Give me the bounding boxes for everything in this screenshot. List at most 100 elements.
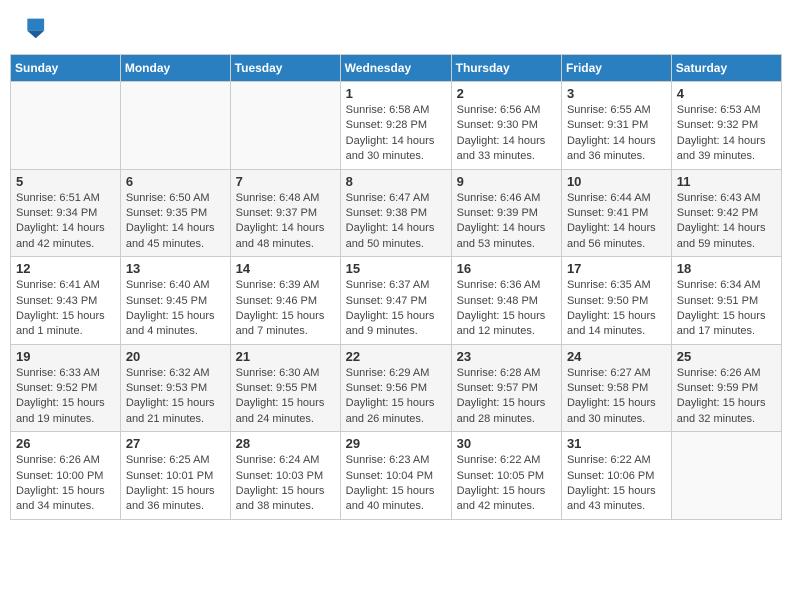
day-info-line: Sunrise: 6:34 AM [677, 279, 761, 291]
day-info-line: Daylight: 15 hours [346, 397, 435, 409]
day-info-line: and 30 minutes. [346, 150, 424, 162]
day-number: 19 [16, 349, 115, 364]
header-tuesday: Tuesday [230, 55, 340, 82]
day-info-line: Sunset: 9:52 PM [16, 382, 97, 394]
day-info-line: Sunset: 10:03 PM [236, 470, 323, 482]
day-info-line: Daylight: 14 hours [236, 222, 325, 234]
day-info: Sunrise: 6:25 AMSunset: 10:01 PMDaylight… [126, 453, 225, 515]
day-info: Sunrise: 6:40 AMSunset: 9:45 PMDaylight:… [126, 278, 225, 340]
day-info-line: and 45 minutes. [126, 238, 204, 250]
week-row-2: 12Sunrise: 6:41 AMSunset: 9:43 PMDayligh… [11, 257, 782, 345]
day-info: Sunrise: 6:28 AMSunset: 9:57 PMDaylight:… [457, 366, 556, 428]
day-info-line: Sunset: 9:34 PM [16, 207, 97, 219]
day-info-line: Daylight: 14 hours [126, 222, 215, 234]
day-number: 31 [567, 436, 666, 451]
day-info-line: Sunset: 9:50 PM [567, 295, 648, 307]
day-info-line: Daylight: 15 hours [567, 397, 656, 409]
day-cell: 10Sunrise: 6:44 AMSunset: 9:41 PMDayligh… [561, 169, 671, 257]
day-info-line: Sunrise: 6:44 AM [567, 192, 651, 204]
day-info-line: Daylight: 14 hours [346, 222, 435, 234]
day-info-line: Sunrise: 6:36 AM [457, 279, 541, 291]
day-info-line: and 40 minutes. [346, 500, 424, 512]
week-row-0: 1Sunrise: 6:58 AMSunset: 9:28 PMDaylight… [11, 82, 782, 170]
day-info-line: Sunrise: 6:30 AM [236, 367, 320, 379]
day-cell: 14 Sunrise: 6:39 AM Sunset: 9:46 PM Dayligh… [230, 257, 340, 345]
day-info-line: Sunset: 10:01 PM [126, 470, 213, 482]
day-info-line: Sunset: 9:55 PM [236, 382, 317, 394]
day-info-line: Sunset: 9:30 PM [457, 119, 538, 131]
day-info-line: Daylight: 14 hours [457, 222, 546, 234]
day-info-line: Daylight: 15 hours [126, 397, 215, 409]
day-info-line: Sunset: 9:51 PM [677, 295, 758, 307]
day-info-line: Sunset: 9:53 PM [126, 382, 207, 394]
day-number: 10 [567, 174, 666, 189]
day-cell: 12Sunrise: 6:41 AMSunset: 9:43 PMDayligh… [11, 257, 121, 345]
day-info-line: Daylight: 15 hours [236, 485, 325, 497]
day-info-line: Daylight: 15 hours [677, 310, 766, 322]
day-info-line: Sunrise: 6:48 AM [236, 192, 320, 204]
day-info-line: and 53 minutes. [457, 238, 535, 250]
day-info-line: Daylight: 15 hours [457, 310, 546, 322]
day-info-line: and 42 minutes. [16, 238, 94, 250]
day-info-line: Daylight: 14 hours [567, 135, 656, 147]
day-cell: 13 Sunrise: 6:40 AMSunset: 9:45 PMDayligh… [120, 257, 230, 345]
day-info-line: Daylight: 15 hours [126, 310, 215, 322]
day-info-line: Sunset: 9:56 PM [346, 382, 427, 394]
day-cell: 24Sunrise: 6:27 AMSunset: 9:58 PMDayligh… [561, 344, 671, 432]
day-cell: 20Sunrise: 6:32 AMSunset: 9:53 PMDayligh… [120, 344, 230, 432]
day-info-line: Sunrise: 6:24 AM [236, 454, 320, 466]
day-info-line: Sunrise: 6:23 AM [346, 454, 430, 466]
day-info: Sunrise: 6:29 AMSunset: 9:56 PMDaylight:… [346, 366, 446, 428]
day-number: 14 [236, 261, 335, 276]
day-info-line: Sunset: 9:57 PM [457, 382, 538, 394]
day-info: Sunrise: 6:43 AMSunset: 9:42 PMDaylight:… [677, 191, 776, 253]
day-number: 17 [567, 261, 666, 276]
day-info-line: Sunset: 10:04 PM [346, 470, 433, 482]
day-info: Sunrise: 6:34 AM Sunset: 9:51 PM Daylight:… [677, 278, 776, 340]
day-info: Sunrise: 6:24 AM Sunset: 10:03 PM Daylight… [236, 453, 335, 515]
day-info-line: Sunset: 9:41 PM [567, 207, 648, 219]
day-info-line: Sunset: 9:42 PM [677, 207, 758, 219]
day-info-line: Sunrise: 6:32 AM [126, 367, 210, 379]
day-info-line: Sunrise: 6:39 AM [236, 279, 320, 291]
day-info-line: and 24 minutes. [236, 413, 314, 425]
day-info-line: Sunrise: 6:51 AM [16, 192, 100, 204]
day-info: Sunrise: 6:26 AMSunset: 9:59 PMDaylight:… [677, 366, 776, 428]
day-info-line: Sunset: 9:46 PM [236, 295, 317, 307]
day-number: 24 [567, 349, 666, 364]
day-info-line: Sunrise: 6:46 AM [457, 192, 541, 204]
day-info-line: Sunset: 9:58 PM [567, 382, 648, 394]
day-cell: 2Sunrise: 6:56 AMSunset: 9:30 PMDaylight… [451, 82, 561, 170]
day-info-line: Daylight: 14 hours [457, 135, 546, 147]
day-cell [120, 82, 230, 170]
day-info-line: Sunrise: 6:41 AM [16, 279, 100, 291]
day-info-line: and 19 minutes. [16, 413, 94, 425]
day-info-line: and 26 minutes. [346, 413, 424, 425]
day-info-line: Sunset: 9:32 PM [677, 119, 758, 131]
day-number: 25 [677, 349, 776, 364]
day-info-line: Sunset: 10:06 PM [567, 470, 654, 482]
header-wednesday: Wednesday [340, 55, 451, 82]
day-info-line: Sunrise: 6:47 AM [346, 192, 430, 204]
day-info-line: Daylight: 15 hours [236, 310, 325, 322]
day-info-line: Sunrise: 6:22 AM [457, 454, 541, 466]
day-info: Sunrise: 6:58 AMSunset: 9:28 PMDaylight:… [346, 103, 446, 165]
day-info: Sunrise: 6:22 AMSunset: 10:05 PMDaylight… [457, 453, 556, 515]
day-cell: 23Sunrise: 6:28 AMSunset: 9:57 PMDayligh… [451, 344, 561, 432]
day-info-line: Sunrise: 6:43 AM [677, 192, 761, 204]
day-cell: 30Sunrise: 6:22 AMSunset: 10:05 PMDaylig… [451, 432, 561, 520]
day-info-line: Sunset: 9:45 PM [126, 295, 207, 307]
header-monday: Monday [120, 55, 230, 82]
day-info: Sunrise: 6:30 AMSunset: 9:55 PMDaylight:… [236, 366, 335, 428]
day-cell: 17Sunrise: 6:35 AMSunset: 9:50 PMDayligh… [561, 257, 671, 345]
day-info-line: and 9 minutes. [346, 325, 418, 337]
day-info: Sunrise: 6:32 AM Sunset: 9:53 PM Daylight:… [126, 366, 225, 428]
day-number: 13 [126, 261, 225, 276]
day-info-line: Daylight: 14 hours [16, 222, 105, 234]
day-number: 11 [677, 174, 776, 189]
day-info-line: and 4 minutes. [126, 325, 198, 337]
day-info-line: and 12 minutes. [457, 325, 535, 337]
day-info: Sunrise: 6:44 AMSunset: 9:41 PMDaylight:… [567, 191, 666, 253]
day-info-line: Sunrise: 6:58 AM [346, 104, 430, 116]
day-info-line: Sunrise: 6:22 AM [567, 454, 651, 466]
